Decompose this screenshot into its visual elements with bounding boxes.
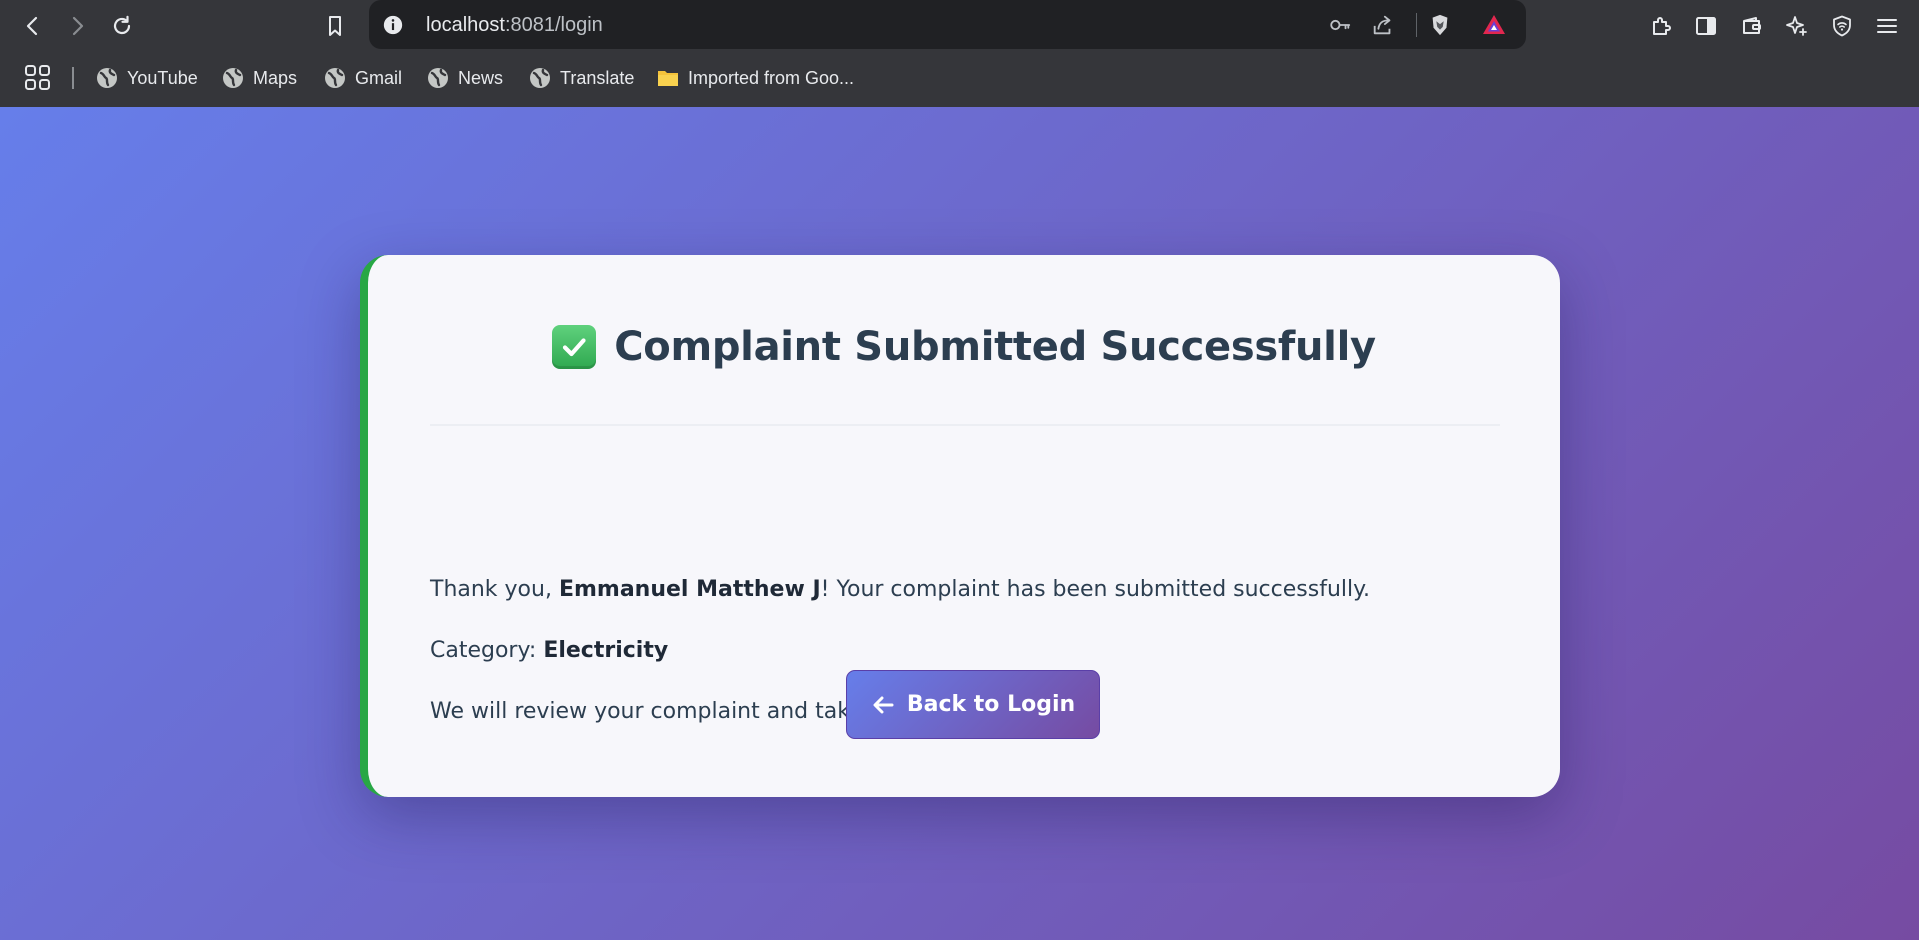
thank-you-message: Thank you, Emmanuel Matthew J! Your comp… [430, 575, 1370, 605]
back-button-label: Back to Login [906, 692, 1076, 717]
card-heading: Complaint Submitted Successfully [368, 317, 1560, 377]
vpn-button[interactable] [1824, 8, 1860, 44]
back-to-login-button[interactable]: Back to Login [846, 670, 1100, 739]
shield-wifi-icon [1833, 15, 1851, 37]
page-viewport: Complaint Submitted Successfully Thank y… [0, 107, 1919, 940]
globe-icon [325, 68, 345, 88]
extensions-button[interactable] [1643, 8, 1679, 44]
bookmarks-divider [72, 67, 74, 89]
brave-shields-icon[interactable] [1427, 12, 1453, 38]
browser-toolbar: localhost:8081/login [0, 0, 1919, 52]
title-divider [430, 424, 1500, 426]
bookmark-label: Gmail [355, 67, 403, 88]
globe-icon [223, 68, 243, 88]
bookmark-news[interactable]: News [427, 61, 503, 95]
thanks-prefix: Thank you, [430, 577, 559, 602]
bookmark-icon [329, 16, 341, 36]
check-mark-icon [552, 325, 597, 369]
category-value: Electricity [543, 638, 669, 663]
folder-icon [658, 71, 678, 86]
apps-grid-icon[interactable] [24, 64, 52, 92]
arrow-left-icon [873, 696, 894, 713]
globe-icon [530, 68, 550, 88]
brave-rewards-icon[interactable] [1481, 12, 1507, 38]
hamburger-menu-icon [1877, 19, 1897, 33]
main-menu-button[interactable] [1869, 8, 1905, 44]
bookmark-folder-imported[interactable]: Imported from Goo... [657, 61, 854, 95]
puzzle-piece-icon [1653, 17, 1671, 35]
bookmark-label: YouTube [127, 67, 198, 88]
bookmarks-bar: YouTube Maps Gmail News Translate Import… [0, 58, 1919, 98]
url-text[interactable]: localhost:8081/login [426, 12, 603, 38]
thanks-suffix: ! Your complaint has been submitted succ… [820, 577, 1371, 602]
globe-icon [97, 68, 117, 88]
share-icon[interactable] [1370, 12, 1396, 38]
sidebar-button[interactable] [1688, 8, 1724, 44]
address-bar[interactable]: localhost:8081/login [369, 0, 1526, 49]
user-name: Emmanuel Matthew J [558, 577, 821, 602]
browser-chrome: localhost:8081/login YouTube Maps Gmail … [0, 0, 1919, 107]
category-label: Category: [430, 638, 544, 663]
globe-icon [428, 68, 448, 88]
password-key-icon[interactable] [1327, 12, 1353, 38]
reload-icon [113, 15, 131, 35]
chevron-left-icon [26, 16, 38, 36]
back-button[interactable] [15, 8, 51, 44]
bookmark-label: Maps [253, 67, 298, 88]
bookmark-label: Translate [560, 67, 635, 88]
address-bar-separator [1416, 13, 1417, 37]
bookmark-label: Imported from Goo... [688, 67, 855, 88]
bookmark-page-button[interactable] [317, 8, 353, 44]
page-title: Complaint Submitted Successfully [614, 324, 1376, 370]
sidebar-icon [1696, 17, 1716, 35]
bookmark-translate[interactable]: Translate [529, 61, 634, 95]
wallet-button[interactable] [1734, 8, 1770, 44]
leo-ai-button[interactable] [1779, 8, 1815, 44]
url-host: localhost [426, 14, 505, 36]
sparkle-icon [1786, 16, 1807, 36]
success-card: Complaint Submitted Successfully Thank y… [360, 255, 1560, 797]
wallet-icon [1743, 17, 1761, 34]
bookmark-maps[interactable]: Maps [222, 61, 297, 95]
bookmark-youtube[interactable]: YouTube [96, 61, 198, 95]
bookmark-label: News [458, 67, 504, 88]
forward-button[interactable] [59, 8, 95, 44]
chevron-right-icon [72, 16, 84, 36]
url-path: :8081/login [504, 14, 603, 36]
category-line: Category: Electricity [430, 636, 668, 666]
bookmark-gmail[interactable]: Gmail [324, 61, 402, 95]
site-info-icon[interactable] [381, 13, 405, 37]
reload-button[interactable] [104, 8, 140, 44]
